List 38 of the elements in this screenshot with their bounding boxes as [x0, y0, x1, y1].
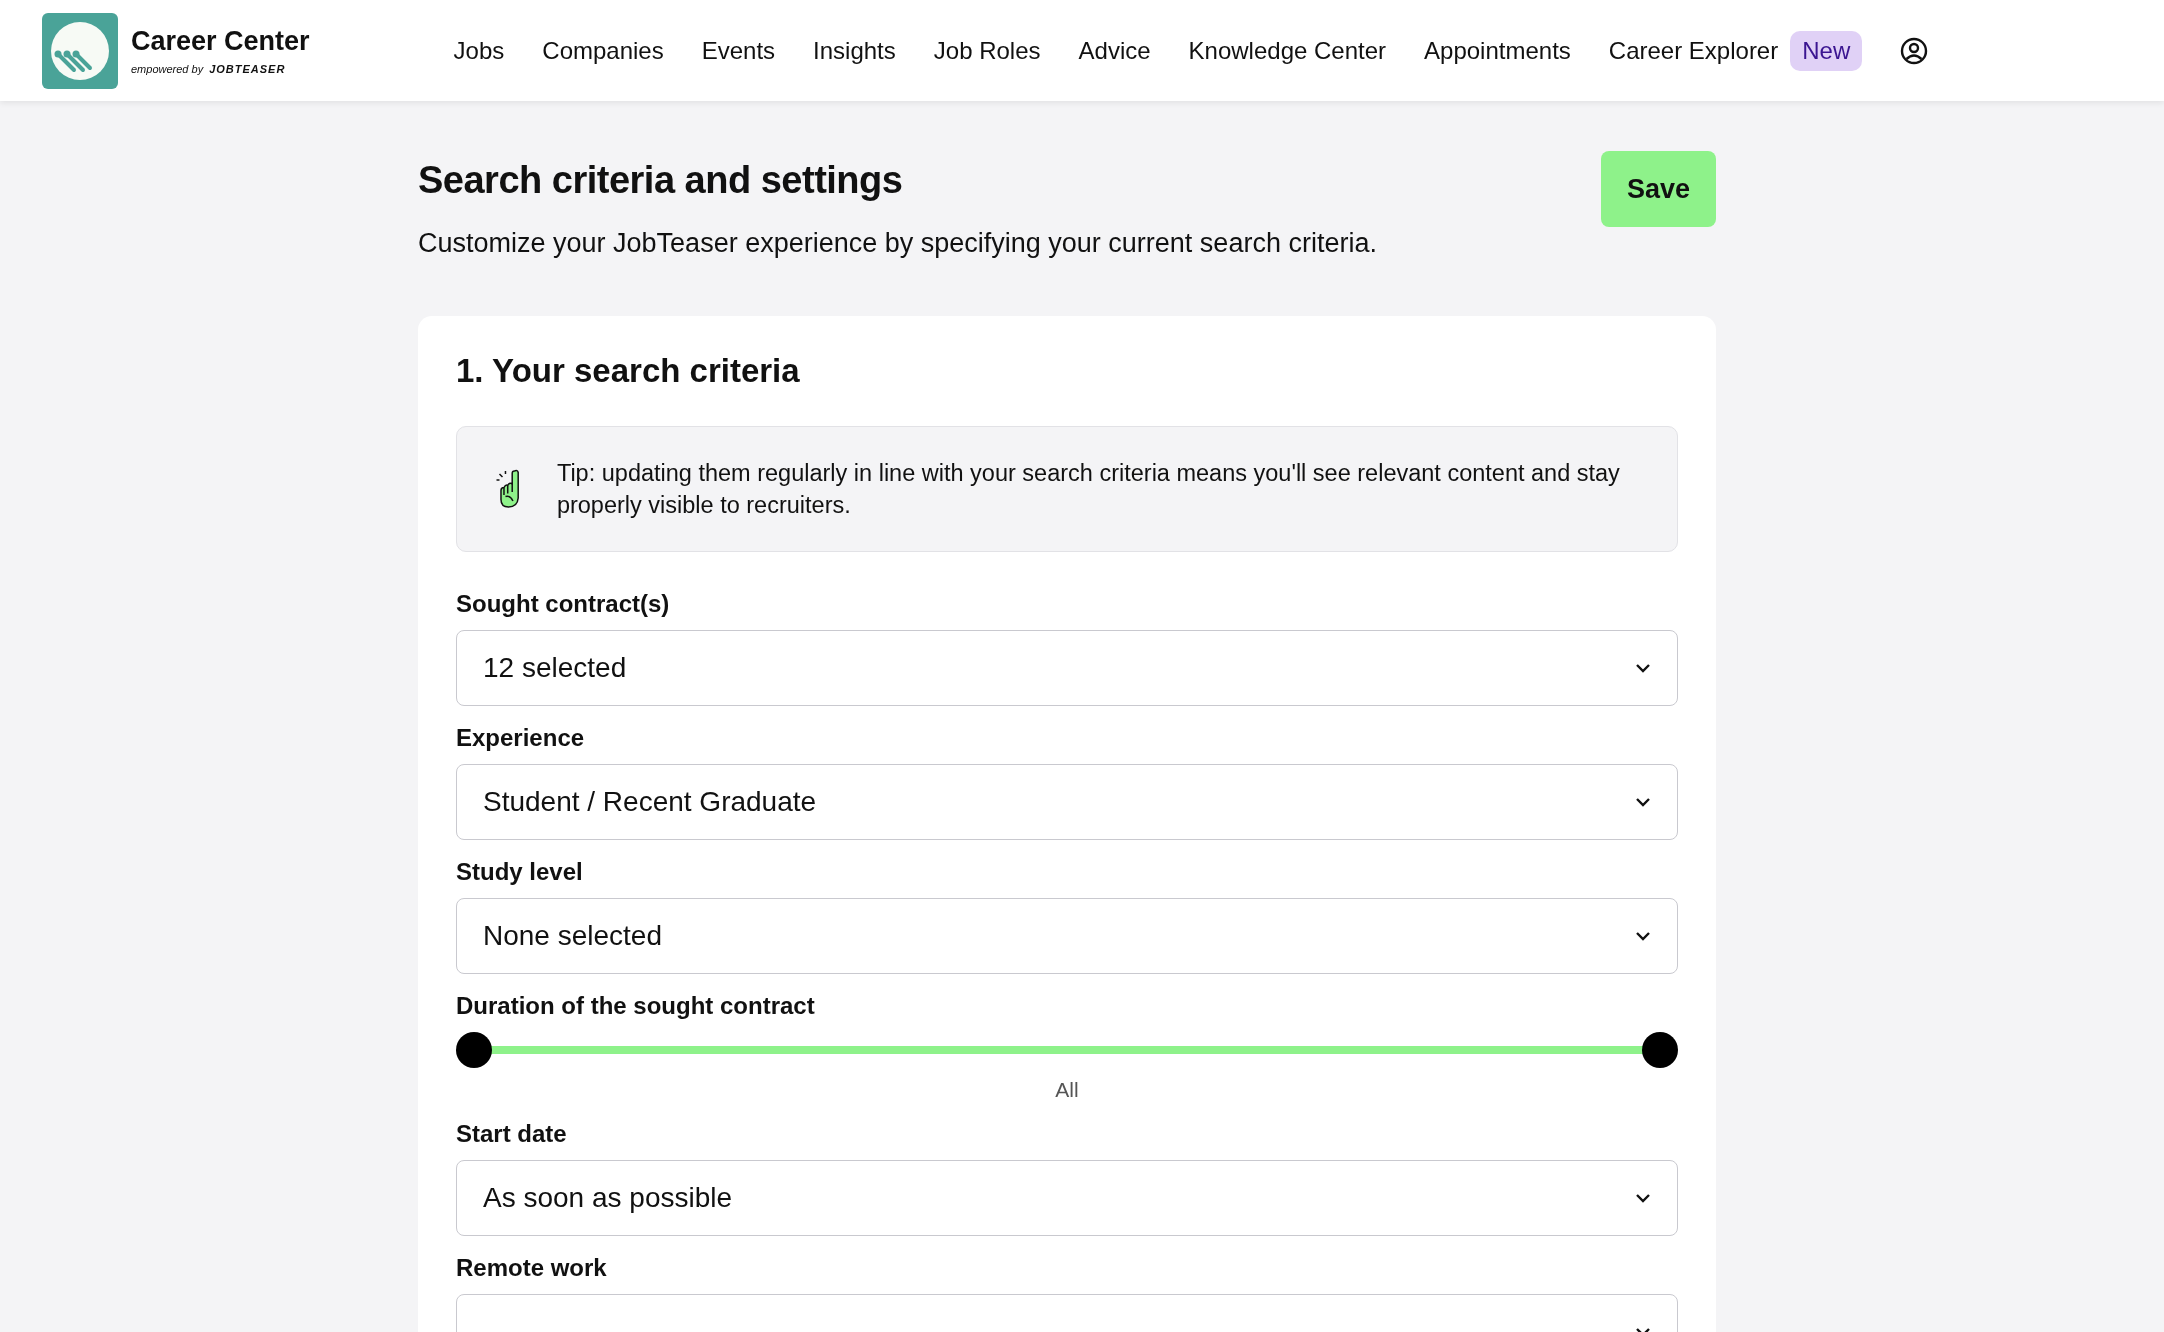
- chevron-down-icon: [1635, 931, 1651, 941]
- nav-link[interactable]: Appointments: [1424, 36, 1571, 65]
- brand-title: Career Center: [131, 26, 310, 57]
- field-label: Remote work: [456, 1254, 608, 1282]
- save-button[interactable]: Save: [1601, 151, 1716, 227]
- user-icon[interactable]: [1900, 36, 1929, 65]
- chevron-down-icon: [1635, 1193, 1651, 1203]
- nav-link[interactable]: Insights: [813, 36, 896, 65]
- nav-link[interactable]: Jobs: [453, 36, 505, 65]
- slider-handle[interactable]: [1642, 1032, 1678, 1068]
- field-label: Experience: [456, 724, 586, 752]
- slider-handle[interactable]: [456, 1032, 492, 1068]
- nav-link[interactable]: Advice: [1078, 36, 1151, 65]
- page-subtitle: Customize your JobTeaser experience by specifying your current search criteria.: [418, 228, 1377, 259]
- range-slider[interactable]: [456, 1032, 1678, 1068]
- chevron-down-icon: [1635, 797, 1651, 807]
- field-label: Sought contract(s): [456, 590, 671, 618]
- tip-text: Tip: updating them regularly in line with your search criteria means you'll see relevant content and stay properly visible to recruiters.: [556, 459, 1621, 520]
- field-label: Start date: [456, 1120, 568, 1148]
- nav-link[interactable]: Events: [701, 36, 776, 65]
- chevron-down-icon: [1635, 663, 1651, 673]
- nav-link[interactable]: Career Explorer: [1608, 36, 1779, 65]
- field-label: Duration of the sought contract: [456, 992, 816, 1020]
- nav-link[interactable]: Companies: [542, 36, 664, 65]
- brand-tagline: empowered by: [131, 63, 204, 75]
- section-title: 1. Your search criteria: [456, 352, 801, 390]
- nav-link[interactable]: Job Roles: [933, 36, 1041, 65]
- slider-reading: All: [1055, 1078, 1079, 1102]
- dropdown[interactable]: None selected: [456, 898, 1678, 974]
- new-badge: New: [1790, 30, 1863, 71]
- dropdown[interactable]: 12 selected: [456, 630, 1678, 706]
- page-title: Search criteria and settings: [418, 159, 904, 202]
- dropdown[interactable]: As soon as possible: [456, 1160, 1678, 1236]
- nav-link[interactable]: Knowledge Center: [1188, 36, 1387, 65]
- partner-name: JOBTEASER: [209, 63, 286, 75]
- field-label: Study level: [456, 858, 584, 886]
- dropdown[interactable]: Student / Recent Graduate: [456, 764, 1678, 840]
- logo-icon[interactable]: [42, 12, 118, 89]
